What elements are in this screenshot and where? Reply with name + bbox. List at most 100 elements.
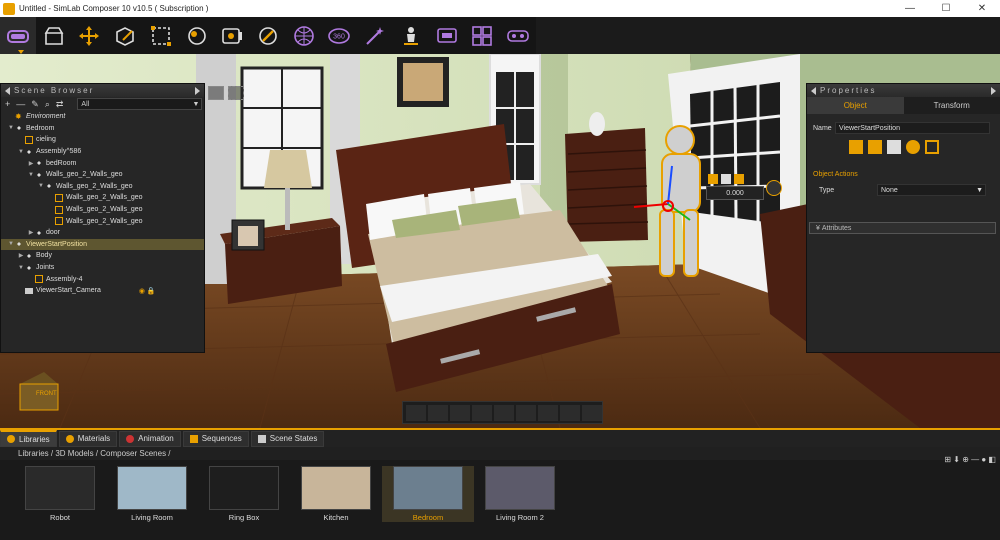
tab-libraries[interactable]: Libraries bbox=[0, 430, 57, 447]
select-arrow-icon[interactable] bbox=[472, 405, 492, 421]
library-item[interactable]: Kitchen bbox=[290, 466, 382, 522]
translate-mode-icon[interactable] bbox=[708, 174, 718, 184]
lock-icon[interactable] bbox=[925, 140, 939, 154]
name-field[interactable]: ViewerStartPosition bbox=[835, 122, 990, 134]
group-node-icon bbox=[35, 171, 43, 179]
screen-button[interactable] bbox=[429, 17, 465, 54]
sync-icon[interactable]: ⇄ bbox=[56, 99, 64, 110]
tree-node[interactable]: ▼Joints bbox=[1, 262, 204, 274]
vr-headset-button[interactable] bbox=[500, 17, 536, 54]
tree-node[interactable]: Walls_geo_2_Walls_geo bbox=[1, 192, 204, 204]
collapsed-icon[interactable]: ▶ bbox=[17, 252, 25, 259]
minimize-button[interactable]: — bbox=[892, 3, 928, 14]
render-button[interactable] bbox=[214, 17, 250, 54]
vr-headset-icon bbox=[506, 24, 530, 48]
tree-node[interactable]: ▶bedRoom bbox=[1, 157, 204, 169]
expanded-icon[interactable]: ▼ bbox=[17, 149, 25, 155]
tree-node[interactable]: Assembly-4 bbox=[1, 273, 204, 285]
add-node-icon[interactable]: + bbox=[5, 99, 10, 109]
grid-icon[interactable] bbox=[560, 405, 580, 421]
tab-materials[interactable]: Materials bbox=[59, 431, 117, 447]
shading-mode-icon[interactable] bbox=[450, 405, 470, 421]
library-button[interactable] bbox=[36, 17, 72, 54]
paste-object-icon[interactable] bbox=[868, 140, 882, 154]
maximize-button[interactable]: ☐ bbox=[928, 3, 964, 14]
library-toolbar[interactable]: ⊞ ⬇ ⊕ — ● ◧ bbox=[944, 455, 996, 464]
rotate-mode-icon[interactable] bbox=[721, 174, 731, 184]
library-item[interactable]: Robot bbox=[14, 466, 106, 522]
expanded-icon[interactable]: ▼ bbox=[27, 172, 35, 178]
tab-animation[interactable]: Animation bbox=[119, 431, 181, 447]
tree-node[interactable]: Walls_geo_2_Walls_geo bbox=[1, 215, 204, 227]
tab-object[interactable]: Object bbox=[807, 97, 904, 114]
collapse-left-icon[interactable] bbox=[5, 87, 10, 95]
zoom-region-icon[interactable] bbox=[494, 405, 514, 421]
collapsed-icon[interactable]: ▶ bbox=[27, 160, 35, 167]
expanded-icon[interactable]: ▼ bbox=[7, 241, 15, 247]
group-node-icon bbox=[45, 182, 53, 190]
library-item[interactable]: Bedroom bbox=[382, 466, 474, 522]
remove-node-icon[interactable]: — bbox=[16, 99, 25, 109]
tree-node[interactable]: ▼Assembly^586 bbox=[1, 146, 204, 158]
zoom-extents-icon[interactable] bbox=[428, 405, 448, 421]
type-select[interactable]: None▼ bbox=[877, 184, 986, 196]
tree-node[interactable]: Walls_geo_2_Walls_geo bbox=[1, 204, 204, 216]
edit-node-icon[interactable]: ✎ bbox=[31, 99, 39, 110]
attributes-section[interactable]: ¥ Attributes bbox=[809, 222, 996, 234]
tree-node[interactable]: ViewerStart_Camera◉ 🔒 bbox=[1, 285, 204, 297]
scene-states-button[interactable] bbox=[465, 17, 501, 54]
scene-filter-select[interactable]: All▼ bbox=[77, 98, 202, 110]
camera-lock-icon[interactable]: ◉ 🔒 bbox=[139, 287, 156, 295]
select-button[interactable] bbox=[143, 17, 179, 54]
tree-node[interactable]: ▼Walls_geo_2_Walls_geo bbox=[1, 169, 204, 181]
character-button[interactable] bbox=[393, 17, 429, 54]
expanded-icon[interactable]: ▼ bbox=[7, 125, 15, 131]
library-item[interactable]: Ring Box bbox=[198, 466, 290, 522]
tree-node[interactable]: ▼ViewerStartPosition bbox=[1, 239, 204, 251]
gizmo-settings-icon[interactable] bbox=[766, 180, 782, 196]
collapse-left-icon[interactable] bbox=[811, 87, 816, 95]
frame-view-icon[interactable] bbox=[228, 86, 244, 100]
tab-transform[interactable]: Transform bbox=[904, 97, 1000, 114]
transform-value-field[interactable]: 0.000 bbox=[706, 186, 764, 200]
tree-node[interactable]: ▼Walls_geo_2_Walls_geo bbox=[1, 181, 204, 193]
copy-object-icon[interactable] bbox=[849, 140, 863, 154]
library-item[interactable]: Living Room 2 bbox=[474, 466, 566, 522]
environment-button[interactable] bbox=[286, 17, 322, 54]
library-breadcrumb[interactable]: Libraries / 3D Models / Composer Scenes … bbox=[0, 447, 1000, 460]
visibility-icon[interactable] bbox=[906, 140, 920, 154]
expand-right-icon[interactable] bbox=[991, 87, 996, 95]
collapsed-icon[interactable]: ▶ bbox=[27, 229, 35, 236]
360-button[interactable]: 360 bbox=[322, 17, 358, 54]
tree-node[interactable]: ▶ door bbox=[1, 227, 204, 239]
download-icon[interactable] bbox=[582, 405, 602, 421]
tab-sequences[interactable]: Sequences bbox=[183, 431, 249, 447]
tab-scene-states[interactable]: Scene States bbox=[251, 431, 325, 447]
tree-node[interactable]: ▶Body bbox=[1, 250, 204, 262]
lighting-button[interactable] bbox=[250, 17, 286, 54]
material-object-icon[interactable] bbox=[887, 140, 901, 154]
expand-right-icon[interactable] bbox=[195, 87, 200, 95]
layers-icon[interactable] bbox=[538, 405, 558, 421]
tree-node[interactable]: ✸Environment bbox=[1, 111, 204, 123]
tree-node[interactable]: cieling bbox=[1, 134, 204, 146]
scale-mode-icon[interactable] bbox=[734, 174, 744, 184]
orbit-icon[interactable] bbox=[516, 405, 536, 421]
search-icon[interactable]: ⌕ bbox=[45, 99, 50, 110]
edit-button[interactable] bbox=[107, 17, 143, 54]
tree-node-label: door bbox=[46, 229, 60, 236]
expanded-icon[interactable]: ▼ bbox=[17, 265, 25, 271]
camera-view-icon[interactable] bbox=[208, 86, 224, 100]
library-thumbnail bbox=[393, 466, 463, 510]
view-cube-label[interactable]: FRONT bbox=[36, 391, 57, 397]
view-cube-button-icon[interactable] bbox=[406, 405, 426, 421]
environment-node-icon: ✸ bbox=[15, 113, 23, 121]
materials-button[interactable] bbox=[179, 17, 215, 54]
vr-viewer-button[interactable] bbox=[0, 17, 36, 54]
move-button[interactable] bbox=[71, 17, 107, 54]
tree-node[interactable]: ▼Bedroom bbox=[1, 123, 204, 135]
close-button[interactable]: ✕ bbox=[964, 3, 1000, 14]
effects-button[interactable] bbox=[357, 17, 393, 54]
expanded-icon[interactable]: ▼ bbox=[37, 183, 45, 189]
library-item[interactable]: Living Room bbox=[106, 466, 198, 522]
